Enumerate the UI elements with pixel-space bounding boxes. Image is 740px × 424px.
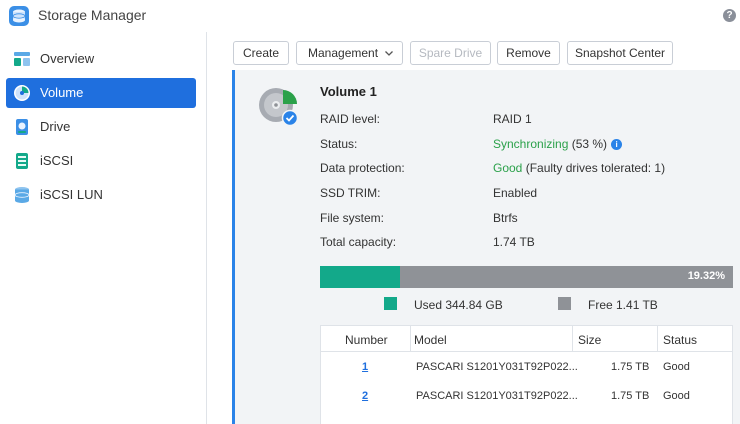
storage-manager-logo-icon [9, 6, 29, 26]
drive-icon [16, 119, 28, 135]
drive-size: 1.75 TB [611, 390, 650, 402]
sidebar-item-label: Drive [40, 119, 71, 134]
file-system-label: File system: [320, 211, 385, 225]
drive-number-link[interactable]: 2 [362, 390, 368, 402]
column-header-status[interactable]: Status [663, 333, 697, 347]
chevron-down-icon [385, 51, 393, 56]
status-progress: (53 %) [568, 137, 608, 151]
drive-number-link[interactable]: 1 [362, 361, 368, 373]
volume-title: Volume 1 [320, 84, 377, 99]
overview-icon [14, 52, 30, 66]
column-header-size[interactable]: Size [578, 333, 601, 347]
table-header: Number Model Size Status [321, 326, 732, 352]
protection-detail: (Faulty drives tolerated: 1) [522, 161, 666, 175]
total-capacity-label: Total capacity: [320, 235, 397, 249]
snapshot-center-button[interactable]: Snapshot Center [567, 41, 673, 65]
drive-size: 1.75 TB [611, 361, 650, 373]
remove-button[interactable]: Remove [497, 41, 560, 65]
question-icon[interactable]: ? [723, 9, 736, 22]
spare-drive-button[interactable]: Spare Drive [410, 41, 491, 65]
sidebar-item-label: Overview [40, 51, 95, 66]
volume-detail-panel: Volume 1 RAID level: RAID 1 Status: Sync… [232, 70, 740, 424]
column-header-model[interactable]: Model [414, 333, 447, 347]
create-button[interactable]: Create [233, 41, 289, 65]
sidebar-item-volume[interactable]: Volume [6, 78, 196, 108]
drive-table: Number Model Size Status 1 PASCARI S1201… [320, 325, 733, 424]
free-legend-label: Free 1.41 TB [588, 298, 658, 312]
protection-status: Good [493, 161, 523, 175]
sidebar-item-label: iSCSI LUN [40, 187, 103, 202]
sidebar-item-drive[interactable]: Drive [6, 112, 196, 142]
sidebar-item-iscsi[interactable]: iSCSI [6, 146, 196, 176]
management-dropdown[interactable]: Management [296, 41, 403, 65]
used-legend-swatch [384, 297, 397, 310]
used-legend-label: Used 344.84 GB [414, 298, 503, 312]
title-bar: Storage Manager ? [0, 0, 740, 32]
usage-bar: 19.32% [320, 266, 733, 288]
status-value: Synchronizing (53 %) i [493, 137, 623, 151]
raid-level-label: RAID level: [320, 112, 381, 126]
volume-disk-icon [259, 88, 299, 127]
iscsi-icon [16, 153, 28, 169]
sidebar-item-label: Volume [40, 85, 84, 100]
status-text: Synchronizing [493, 137, 569, 151]
app-title: Storage Manager [38, 7, 147, 23]
drive-model: PASCARI S1201Y031T92P022... [416, 390, 578, 402]
sidebar-item-iscsi-lun[interactable]: iSCSI LUN [6, 180, 196, 210]
ssd-trim-label: SSD TRIM: [320, 186, 381, 200]
drive-status: Good [663, 361, 690, 373]
iscsi-lun-icon [14, 187, 30, 203]
usage-bar-used [320, 266, 400, 288]
drive-model: PASCARI S1201Y031T92P022... [416, 361, 578, 373]
total-capacity-value: 1.74 TB [493, 235, 535, 249]
data-protection-value: Good (Faulty drives tolerated: 1) [493, 161, 665, 175]
raid-level-value: RAID 1 [493, 112, 532, 126]
usage-percent: 19.32% [687, 270, 725, 282]
file-system-value: Btrfs [493, 211, 518, 225]
management-label: Management [308, 46, 379, 60]
sidebar-item-label: iSCSI [40, 153, 74, 168]
free-legend-swatch [558, 297, 571, 310]
sidebar: Overview Volume Drive iSCSI iSCSI LUN [0, 32, 207, 424]
ssd-trim-value: Enabled [493, 186, 538, 200]
main-content: Create Management Spare Drive Remove Sna… [208, 32, 740, 424]
status-label: Status: [320, 137, 358, 151]
drive-status: Good [663, 390, 690, 402]
volume-icon [14, 85, 30, 101]
column-header-number[interactable]: Number [345, 333, 388, 347]
info-icon[interactable]: i [611, 139, 623, 150]
sidebar-item-overview[interactable]: Overview [6, 44, 196, 74]
data-protection-label: Data protection: [320, 161, 405, 175]
